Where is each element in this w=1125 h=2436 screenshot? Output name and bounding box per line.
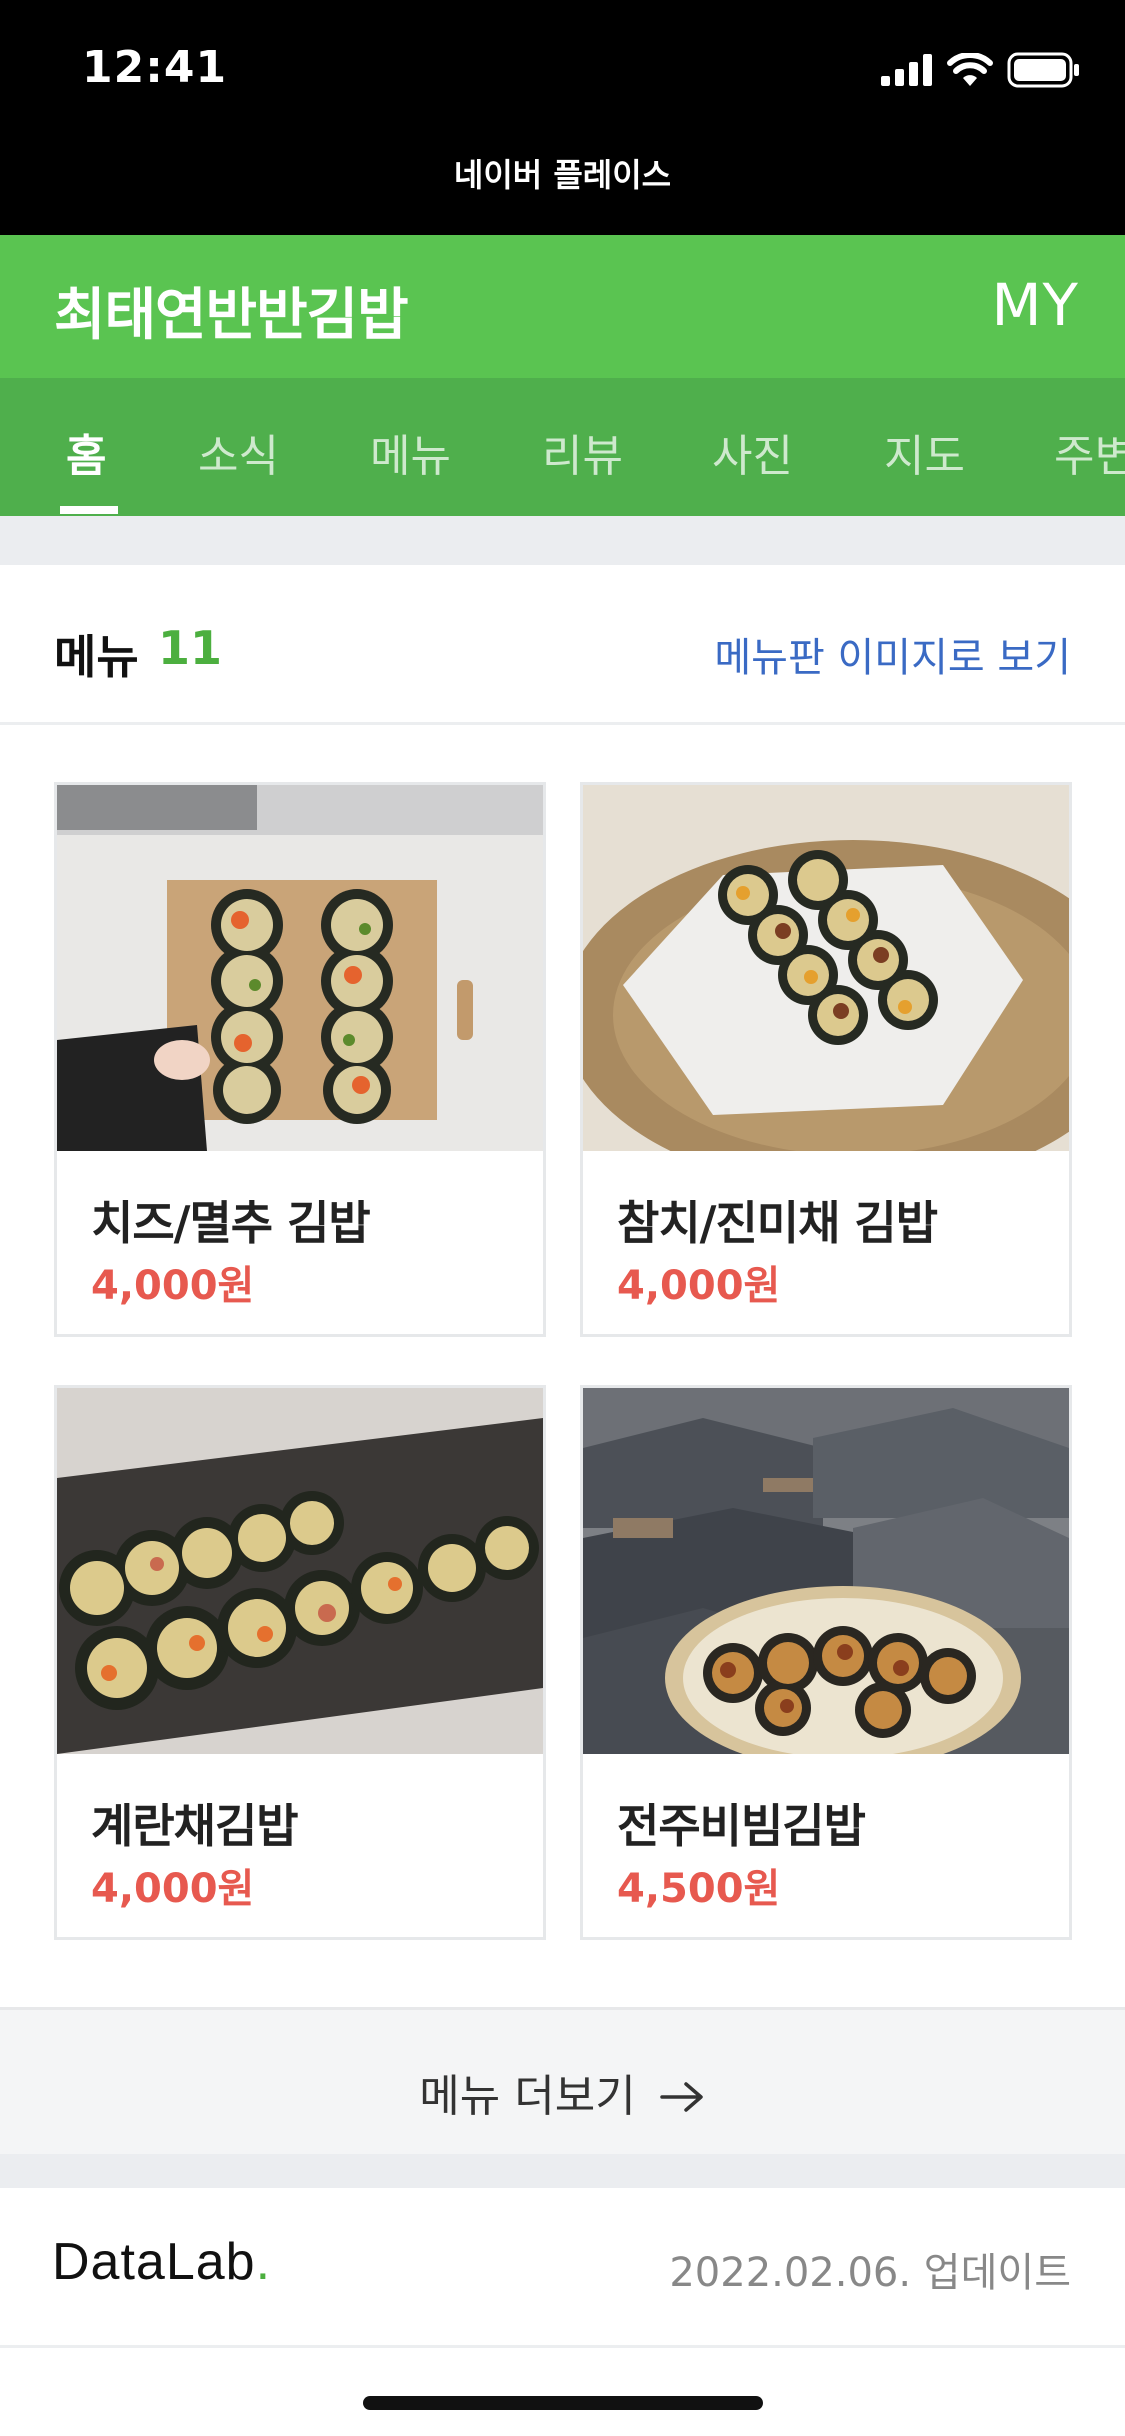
tab-home[interactable]: 홈 (66, 420, 106, 484)
datalab-logo-dot: . (255, 2233, 272, 2291)
menu-item-card[interactable]: 전주비빔김밥 4,500원 (580, 1385, 1072, 1940)
menu-item-name: 계란채김밥 (91, 1799, 299, 1853)
wifi-icon (947, 53, 993, 86)
tab-bar: 홈 소식 메뉴 리뷰 사진 지도 주변 (0, 378, 1125, 516)
arrow-right-icon (659, 2082, 703, 2112)
menu-item-price: 4,000원 (91, 1866, 255, 1912)
menu-section: 메뉴 11 메뉴판 이미지로 보기 치즈/멸추 김밥 4,000원 참치/진미채… (0, 565, 1125, 2157)
store-name: 최태연반반김밥 (54, 283, 409, 348)
status-icons (881, 50, 1081, 90)
site-title: 네이버 플레이스 (453, 156, 672, 194)
section-divider (0, 516, 1125, 565)
status-time: 12:41 (82, 42, 228, 93)
more-menu-label: 메뉴 더보기 (0, 2060, 1125, 2124)
menu-item-price: 4,000원 (91, 1263, 255, 1309)
datalab-bar: DataLab. 2022.02.06. 업데이트 (0, 2188, 1125, 2348)
menu-item-photo (583, 785, 1069, 1151)
home-indicator[interactable] (363, 2396, 763, 2410)
menu-section-header: 메뉴 11 메뉴판 이미지로 보기 (0, 565, 1125, 725)
menu-item-card[interactable]: 참치/진미채 김밥 4,000원 (580, 782, 1072, 1337)
menu-item-name: 참치/진미채 김밥 (617, 1196, 938, 1250)
menu-item-price: 4,000원 (617, 1263, 781, 1309)
active-tab-indicator (60, 506, 118, 514)
menu-item-photo (57, 1388, 543, 1754)
status-bar: 12:41 네이버 플레이스 (0, 0, 1125, 235)
menu-count: 11 (158, 621, 223, 675)
menu-section-title: 메뉴 (54, 630, 139, 684)
menu-item-name: 치즈/멸추 김밥 (91, 1196, 371, 1250)
more-menu-button[interactable]: 메뉴 더보기 (0, 2007, 1125, 2157)
menu-board-image-link[interactable]: 메뉴판 이미지로 보기 (714, 625, 1071, 683)
cellular-signal-icon (881, 54, 932, 86)
datalab-logo-text: DataLab (52, 2233, 256, 2291)
menu-item-name: 전주비빔김밥 (617, 1799, 866, 1853)
menu-item-price: 4,500원 (617, 1866, 781, 1912)
menu-item-card[interactable]: 계란채김밥 4,000원 (54, 1385, 546, 1940)
datalab-logo: DataLab. (52, 2232, 271, 2292)
update-date: 2022.02.06. 업데이트 (669, 2250, 1071, 2296)
tab-news[interactable]: 소식 (198, 420, 279, 484)
battery-icon (1007, 52, 1079, 88)
my-button[interactable]: MY (992, 271, 1079, 339)
section-divider (0, 2154, 1125, 2188)
tab-menu[interactable]: 메뉴 (370, 420, 451, 484)
tab-reviews[interactable]: 리뷰 (542, 420, 623, 484)
tab-photos[interactable]: 사진 (712, 420, 793, 484)
tab-map[interactable]: 지도 (884, 420, 965, 484)
menu-item-photo (583, 1388, 1069, 1754)
app-header: 최태연반반김밥 MY (0, 235, 1125, 378)
tab-nearby[interactable]: 주변 (1054, 420, 1125, 484)
more-menu-text: 메뉴 더보기 (419, 2071, 636, 2122)
menu-item-card[interactable]: 치즈/멸추 김밥 4,000원 (54, 782, 546, 1337)
menu-item-photo (57, 785, 543, 1151)
